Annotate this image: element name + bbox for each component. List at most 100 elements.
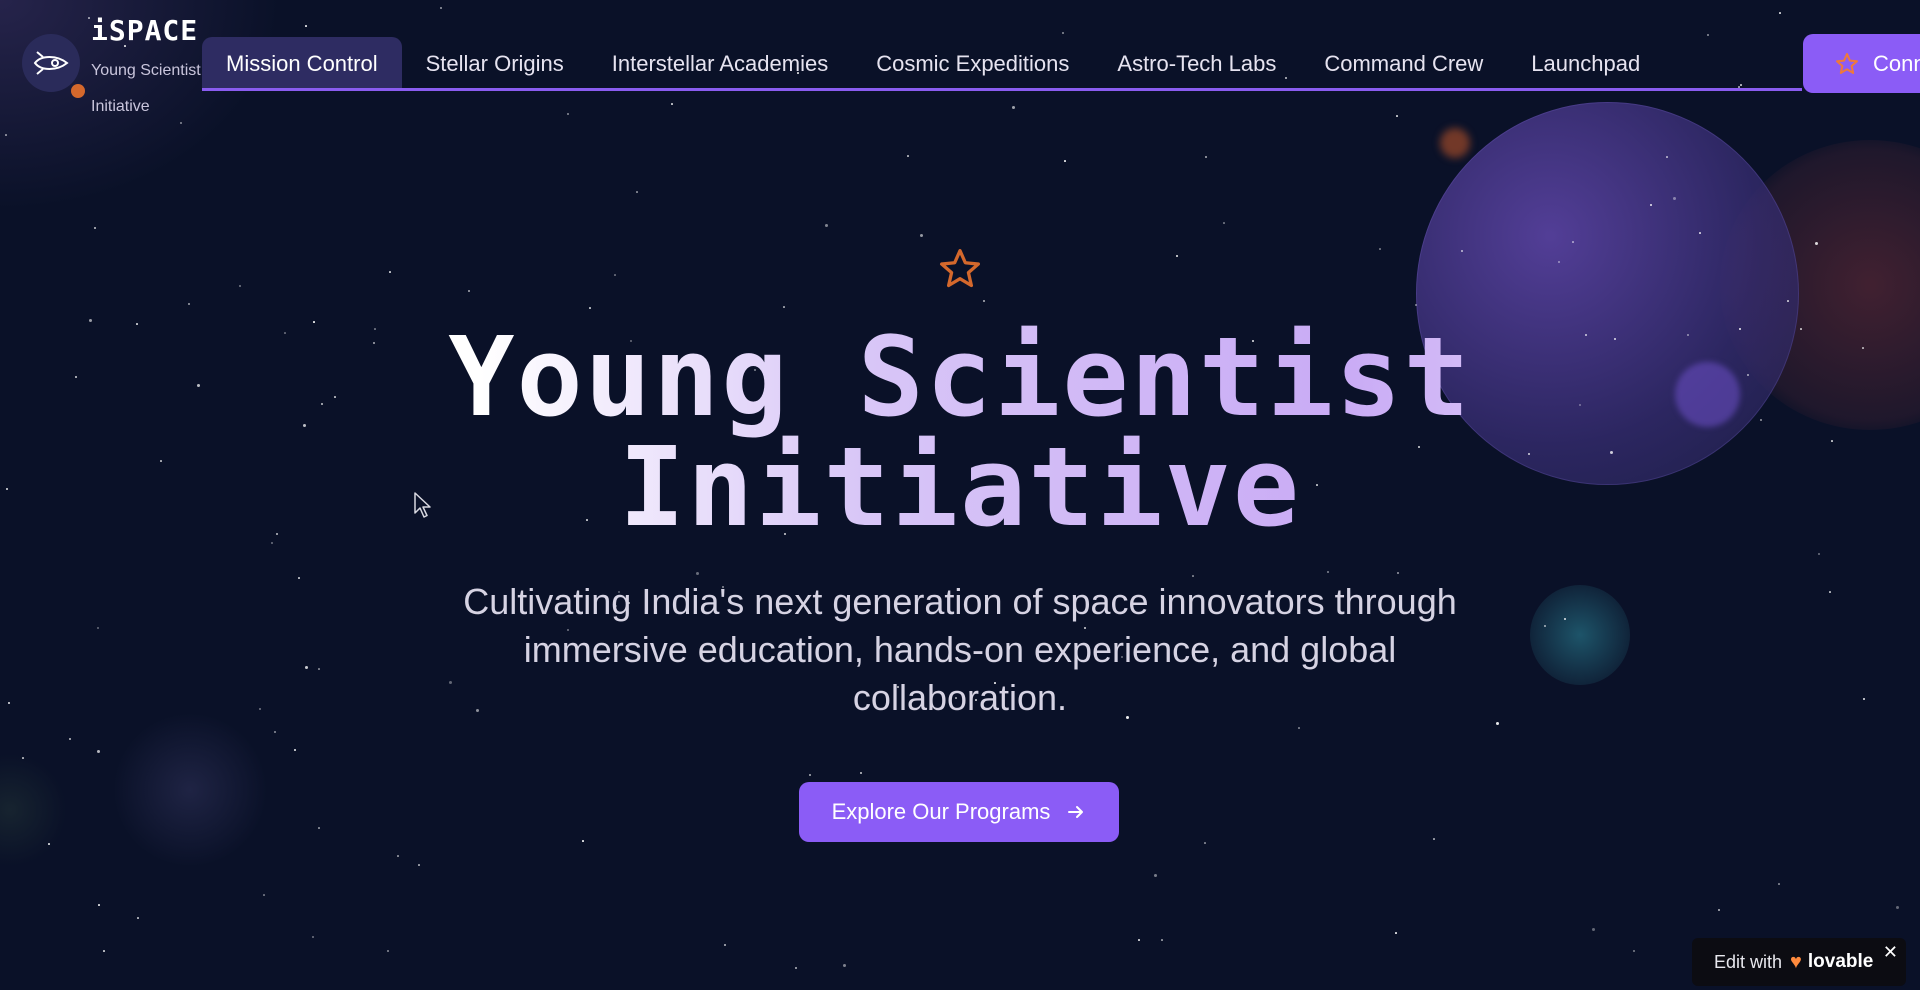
teal-orb [1530, 585, 1630, 685]
star-dot [294, 749, 296, 751]
star-dot [795, 967, 797, 969]
star-dot [1192, 575, 1194, 577]
star-dot [1433, 838, 1435, 840]
star-dot [1558, 261, 1560, 263]
star-icon [1836, 52, 1858, 74]
star-dot [468, 290, 470, 292]
nav-item-launchpad[interactable]: Launchpad [1507, 37, 1664, 88]
star-dot [1064, 160, 1066, 162]
rocket-icon [33, 51, 69, 75]
star-dot [1666, 156, 1668, 158]
star-dot [97, 750, 100, 753]
star-dot [259, 708, 261, 710]
logo-status-dot [71, 84, 85, 98]
star-dot [1396, 115, 1398, 117]
star-dot [1138, 939, 1140, 941]
star-dot [1012, 106, 1015, 109]
star-dot [614, 274, 616, 276]
star-dot [263, 894, 265, 896]
star-dot [1062, 32, 1064, 34]
star-dot [69, 738, 71, 740]
star-dot [1379, 248, 1381, 250]
star-dot [1815, 242, 1818, 245]
orange-orb [1440, 128, 1470, 158]
star-dot [1154, 874, 1157, 877]
star-dot [983, 300, 985, 302]
star-dot [1818, 553, 1820, 555]
star-dot [22, 757, 24, 759]
close-icon[interactable]: ✕ [1883, 942, 1898, 963]
star-dot [567, 113, 569, 115]
star-dot [636, 191, 638, 193]
logo-badge[interactable] [22, 34, 80, 92]
star-dot [1650, 204, 1652, 206]
nav-item-command-crew[interactable]: Command Crew [1300, 37, 1507, 88]
star-dot [783, 306, 785, 308]
star-dot [387, 950, 389, 952]
star-dot [298, 577, 300, 579]
connect-button[interactable]: Conn [1803, 34, 1920, 93]
star-dot [1176, 255, 1178, 257]
star-dot [843, 964, 846, 967]
nav-item-mission-control[interactable]: Mission Control [202, 37, 402, 88]
star-dot [1699, 232, 1701, 234]
star-dot [188, 303, 190, 305]
badge-brand: lovable [1807, 951, 1874, 972]
star-dot [1673, 197, 1676, 200]
star-dot [318, 668, 320, 670]
hero-title: Young Scientist Initiative [0, 322, 1920, 542]
star-dot [397, 855, 399, 857]
explore-programs-button[interactable]: Explore Our Programs [799, 782, 1119, 842]
heart-icon: ♥ [1790, 950, 1802, 973]
star-dot [8, 702, 10, 704]
star-dot [48, 843, 50, 845]
star-dot [274, 731, 276, 733]
edit-with-lovable-badge[interactable]: Edit with ♥ lovable ✕ [1692, 938, 1906, 986]
brand-title[interactable]: iSPACE [91, 14, 198, 47]
star-dot [312, 936, 314, 938]
star-dot [318, 827, 320, 829]
star-dot [1544, 625, 1546, 627]
star-dot [5, 134, 7, 136]
star-dot [97, 627, 99, 629]
star-dot [88, 17, 90, 19]
nav-item-cosmic-expeditions[interactable]: Cosmic Expeditions [852, 37, 1093, 88]
star-dot [389, 271, 391, 273]
star-dot [1496, 722, 1499, 725]
mouse-cursor-icon [414, 492, 431, 518]
star-dot [1572, 241, 1574, 243]
star-dot [1397, 572, 1399, 574]
star-dot [98, 904, 100, 906]
star-dot [103, 950, 105, 952]
star-dot [239, 285, 241, 287]
nav-item-stellar-origins[interactable]: Stellar Origins [402, 37, 588, 88]
star-dot [1829, 591, 1831, 593]
star-dot [1161, 939, 1163, 941]
star-dot [305, 25, 307, 27]
star-dot [1205, 156, 1207, 158]
star-dot [1707, 34, 1709, 36]
star-dot [920, 234, 923, 237]
star-dot [1778, 883, 1780, 885]
star-dot [94, 227, 96, 229]
nav-item-astro-tech-labs[interactable]: Astro-Tech Labs [1093, 37, 1300, 88]
star-dot [271, 542, 273, 544]
star-dot [907, 155, 909, 157]
hero-title-line2: Initiative [618, 423, 1302, 551]
star-dot [1633, 950, 1635, 952]
star-dot [1896, 906, 1899, 909]
connect-button-label: Conn [1873, 50, 1920, 76]
arrow-right-icon [1068, 806, 1084, 818]
hero-subtitle: Cultivating India's next generation of s… [463, 581, 1457, 718]
star-dot [860, 772, 862, 774]
star-dot [1564, 618, 1566, 620]
nav-item-interstellar-academies[interactable]: Interstellar Academies [588, 37, 852, 88]
badge-prefix: Edit with [1714, 951, 1783, 972]
star-dot [418, 864, 420, 866]
star-icon [937, 247, 983, 295]
star-dot [1779, 12, 1781, 14]
star-dot [305, 666, 308, 669]
star-dot [1461, 250, 1463, 252]
star-dot [809, 774, 811, 776]
star-dot [1204, 842, 1206, 844]
